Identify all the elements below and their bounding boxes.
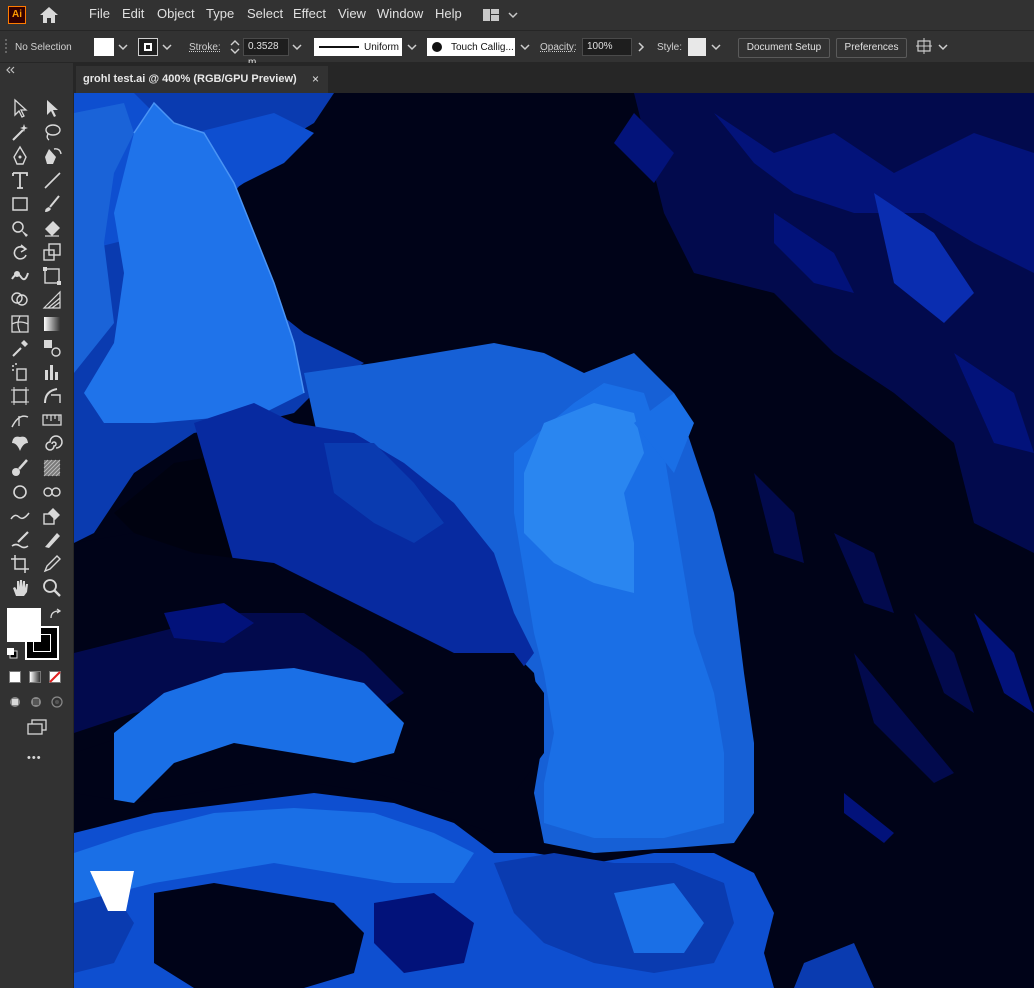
- chevron-down-icon[interactable]: [160, 38, 174, 56]
- crop-tool-icon[interactable]: [9, 553, 31, 575]
- menu-file[interactable]: File: [89, 0, 110, 30]
- free-transform-tool-icon[interactable]: [41, 265, 63, 287]
- menu-bar: Ai File Edit Object Type Select Effect V…: [0, 0, 1034, 30]
- menu-help[interactable]: Help: [435, 0, 462, 30]
- workspace-switcher-icon[interactable]: [482, 6, 522, 24]
- direct-selection-tool-icon[interactable]: [41, 97, 63, 119]
- pattern-tool-icon[interactable]: [41, 457, 63, 479]
- menu-type[interactable]: Type: [206, 0, 234, 30]
- rectangle-tool-icon[interactable]: [9, 193, 31, 215]
- fill-color-box[interactable]: [7, 608, 41, 642]
- screen-mode-icon[interactable]: [26, 718, 48, 736]
- chevron-down-icon[interactable]: [518, 38, 532, 56]
- eraser-tool-icon[interactable]: [41, 217, 63, 239]
- edit-toolbar-more-icon[interactable]: •••: [27, 752, 42, 764]
- arrange-documents-icon[interactable]: [916, 37, 950, 57]
- stroke-weight-input[interactable]: 0.3528 m: [243, 38, 289, 68]
- stroke-profile-dropdown[interactable]: Uniform: [314, 38, 402, 56]
- chevron-right-icon[interactable]: [634, 38, 648, 56]
- ellipse-tool-icon[interactable]: [9, 481, 31, 503]
- smooth-tool-icon[interactable]: [9, 505, 31, 527]
- artboard-tool-icon[interactable]: [9, 385, 31, 407]
- symbol-sprayer-tool-icon[interactable]: [9, 361, 31, 383]
- ellipse-group-tool-icon[interactable]: [41, 481, 63, 503]
- chevron-down-icon[interactable]: [405, 38, 419, 56]
- document-setup-button[interactable]: Document Setup: [738, 38, 830, 58]
- measure-tool-icon[interactable]: [41, 409, 63, 431]
- close-icon[interactable]: ×: [312, 66, 319, 93]
- slice-tool-icon[interactable]: [41, 385, 63, 407]
- opacity-label[interactable]: Opacity:: [540, 42, 577, 53]
- line-segment-tool-icon[interactable]: [41, 169, 63, 191]
- hand-tool-icon[interactable]: [9, 577, 31, 599]
- fill-swatch[interactable]: [94, 38, 114, 56]
- chevron-down-icon[interactable]: [116, 38, 130, 56]
- blob-brush-icon[interactable]: [9, 457, 31, 479]
- style-label: Style:: [657, 42, 683, 53]
- artboard-canvas[interactable]: [74, 93, 1034, 988]
- curvature-tool-icon[interactable]: [41, 145, 63, 167]
- selection-status: No Selection: [15, 42, 72, 53]
- puppet-warp-tool-icon[interactable]: [9, 433, 31, 455]
- menu-window[interactable]: Window: [377, 0, 423, 30]
- spiral-tool-icon[interactable]: [41, 433, 63, 455]
- chevron-down-icon[interactable]: [290, 38, 304, 56]
- graphic-style-swatch[interactable]: [688, 38, 706, 56]
- brush-label: Touch Callig...: [451, 42, 514, 53]
- control-bar: No Selection Stroke: 0.3528 m Uniform To…: [0, 30, 1034, 68]
- paintbrush-tool-icon[interactable]: [41, 193, 63, 215]
- pen-tool-icon[interactable]: [9, 145, 31, 167]
- zoom-tool-icon[interactable]: [41, 577, 63, 599]
- blob-brush-tool-icon[interactable]: [9, 529, 31, 551]
- menu-object[interactable]: Object: [157, 0, 195, 30]
- document-tab-title: grohl test.ai @ 400% (RGB/GPU Preview): [83, 73, 297, 85]
- magic-wand-tool-icon[interactable]: [9, 121, 31, 143]
- gradient-mode-icon[interactable]: [29, 671, 41, 683]
- grip-icon: [5, 39, 7, 53]
- shaper-tool-icon[interactable]: [9, 217, 31, 239]
- preferences-button[interactable]: Preferences: [836, 38, 907, 58]
- perspective-grid-tool-icon[interactable]: [41, 289, 63, 311]
- blend-tool-icon[interactable]: [41, 337, 63, 359]
- brush-definition-dropdown[interactable]: Touch Callig...: [427, 38, 515, 56]
- collapse-panel-icon[interactable]: [5, 66, 15, 74]
- vector-portrait-artwork: [74, 93, 1034, 988]
- stepper-icon[interactable]: [229, 38, 241, 56]
- stroke-profile-label: Uniform: [364, 42, 400, 53]
- warp-tool-icon[interactable]: [9, 265, 31, 287]
- lasso-tool-icon[interactable]: [41, 121, 63, 143]
- opacity-input[interactable]: 100%: [582, 38, 632, 56]
- mesh-tool-icon[interactable]: [9, 313, 31, 335]
- default-colors-icon[interactable]: [6, 647, 18, 659]
- stroke-swatch[interactable]: [138, 38, 158, 56]
- color-mode-icon[interactable]: [9, 671, 21, 683]
- gradient-tool-icon[interactable]: [41, 313, 63, 335]
- selection-tool-icon[interactable]: [9, 97, 31, 119]
- menu-view[interactable]: View: [338, 0, 366, 30]
- width-tool-icon[interactable]: [9, 409, 31, 431]
- scale-tool-icon[interactable]: [41, 241, 63, 263]
- pencil-tool-icon[interactable]: [41, 553, 63, 575]
- shape-builder-tool-icon[interactable]: [9, 289, 31, 311]
- document-tab[interactable]: grohl test.ai @ 400% (RGB/GPU Preview) ×: [76, 66, 328, 93]
- column-graph-tool-icon[interactable]: [41, 361, 63, 383]
- none-mode-icon[interactable]: [49, 671, 61, 683]
- drawing-modes-icon[interactable]: [8, 694, 66, 710]
- home-icon[interactable]: [38, 5, 60, 25]
- illustrator-logo: Ai: [8, 6, 26, 24]
- chevron-down-icon[interactable]: [709, 38, 723, 56]
- knife-tool-icon[interactable]: [41, 529, 63, 551]
- rotate-tool-icon[interactable]: [9, 241, 31, 263]
- eyedropper-tool-icon[interactable]: [9, 337, 31, 359]
- live-paint-bucket-tool-icon[interactable]: [41, 505, 63, 527]
- type-tool-icon[interactable]: [9, 169, 31, 191]
- menu-effect[interactable]: Effect: [293, 0, 326, 30]
- menu-edit[interactable]: Edit: [122, 0, 144, 30]
- menu-select[interactable]: Select: [247, 0, 283, 30]
- swap-colors-icon[interactable]: [49, 608, 63, 620]
- stroke-label[interactable]: Stroke:: [189, 42, 221, 53]
